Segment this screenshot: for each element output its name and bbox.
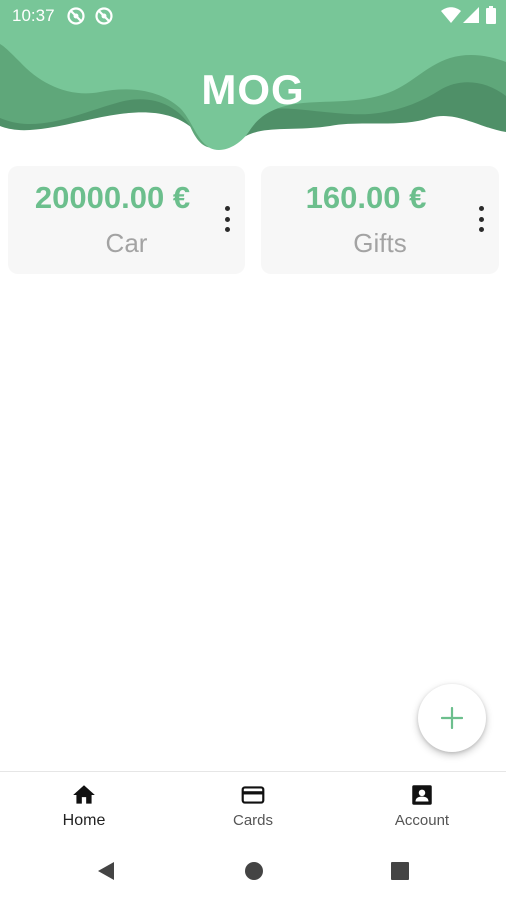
signal-icon	[463, 6, 479, 29]
home-icon	[73, 785, 95, 804]
nav-item-account[interactable]: Account	[338, 782, 506, 838]
home-circle-icon[interactable]	[243, 860, 265, 887]
more-vert-icon[interactable]	[475, 206, 487, 232]
nav-label-cards: Cards	[232, 812, 273, 829]
notification-off-icon	[94, 6, 114, 31]
wifi-icon	[441, 6, 461, 29]
screen: MOG 10:37 20000.00 € Car 160.00 € Gifts	[0, 0, 506, 900]
status-bar: 10:37	[0, 0, 506, 32]
nav-label-account: Account	[394, 812, 450, 829]
budget-card-car[interactable]: 20000.00 € Car	[8, 166, 245, 274]
more-vert-icon[interactable]	[221, 206, 233, 232]
credit-card-icon	[241, 786, 265, 804]
card-amount: 160.00 €	[305, 180, 427, 215]
notification-off-icon	[66, 6, 86, 31]
battery-icon	[486, 6, 496, 29]
account-box-icon	[412, 785, 432, 805]
nav-label-home: Home	[62, 812, 106, 829]
plus-icon	[441, 707, 463, 729]
app-title: MOG	[201, 66, 305, 113]
card-amount: 20000.00 €	[34, 180, 191, 215]
budget-card-gifts[interactable]: 160.00 € Gifts	[261, 166, 499, 274]
add-button[interactable]	[418, 684, 486, 752]
recents-icon[interactable]	[389, 860, 411, 887]
back-icon[interactable]	[96, 860, 116, 887]
system-nav	[0, 843, 506, 900]
card-label: Car	[105, 228, 148, 258]
nav-item-cards[interactable]: Cards	[169, 782, 337, 838]
bottom-nav: Home Cards Account	[0, 771, 506, 843]
nav-item-home[interactable]: Home	[0, 782, 168, 838]
card-label: Gifts	[353, 228, 407, 258]
status-time: 10:37	[12, 6, 55, 25]
